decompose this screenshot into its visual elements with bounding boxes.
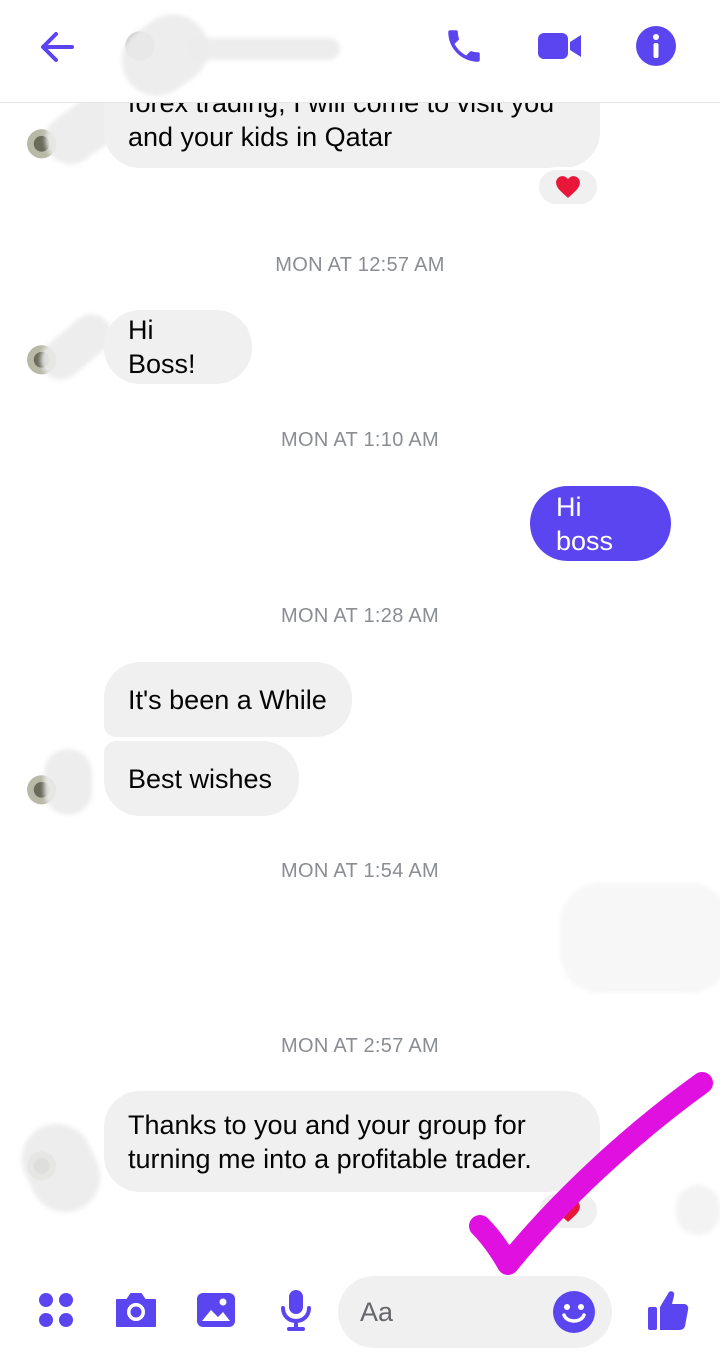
- info-icon: [636, 26, 676, 66]
- message-list[interactable]: forex trading, I will come to visit you …: [0, 103, 720, 1268]
- redaction-smudge: [560, 883, 720, 993]
- message-bubble[interactable]: Hi Boss!: [104, 310, 252, 384]
- camera-button[interactable]: [112, 1286, 160, 1334]
- reaction-badge[interactable]: [536, 1191, 600, 1231]
- more-actions-button[interactable]: [32, 1286, 80, 1334]
- timestamp: MON AT 2:57 AM: [281, 1035, 439, 1057]
- camera-icon: [116, 1293, 156, 1327]
- redaction-smudge: [10, 1112, 112, 1224]
- message-line: turning me into a profitable trader.: [128, 1143, 532, 1174]
- redaction-smudge: [190, 38, 340, 60]
- timestamp: MON AT 1:28 AM: [281, 605, 439, 627]
- gallery-button[interactable]: [192, 1286, 240, 1334]
- microphone-icon: [281, 1290, 311, 1331]
- message-line: Thanks to you and your group for: [128, 1109, 526, 1140]
- timestamp: MON AT 1:10 AM: [281, 429, 439, 451]
- conversation-info-button[interactable]: [632, 22, 680, 70]
- back-button[interactable]: [36, 26, 78, 68]
- phone-icon: [448, 30, 480, 62]
- message-input-placeholder: Aa: [360, 1297, 394, 1327]
- call-button[interactable]: [440, 22, 488, 70]
- redaction-smudge: [44, 749, 92, 815]
- message-composer: Aa: [0, 1268, 720, 1356]
- conversation-header: [0, 0, 720, 110]
- voice-message-button[interactable]: [272, 1286, 320, 1334]
- thumbs-up-icon: [648, 1291, 689, 1330]
- heart-icon: [556, 1200, 580, 1222]
- video-call-button[interactable]: [536, 22, 584, 70]
- message-bubble[interactable]: It's been a While: [104, 662, 352, 737]
- message-bubble[interactable]: forex trading, I will come to visit you …: [104, 103, 600, 168]
- timestamp: MON AT 1:54 AM: [281, 860, 439, 882]
- reaction-badge[interactable]: [536, 167, 600, 207]
- message-line: Hi Boss!: [128, 315, 196, 379]
- message-line: forex trading, I will come to visit you: [128, 103, 555, 118]
- like-button[interactable]: [644, 1286, 692, 1334]
- emoji-icon[interactable]: [550, 1288, 598, 1336]
- redaction-smudge: [676, 1185, 720, 1235]
- arrow-left-icon: [41, 32, 74, 62]
- menu-dots-icon: [39, 1293, 73, 1327]
- message-bubble-outgoing[interactable]: Hi boss: [530, 486, 671, 561]
- heart-icon: [556, 176, 580, 198]
- gallery-icon: [197, 1293, 235, 1327]
- message-line: and your kids in Qatar: [128, 122, 393, 152]
- video-camera-icon: [538, 33, 581, 59]
- message-bubble[interactable]: Thanks to you and your group for turning…: [104, 1091, 600, 1192]
- timestamp: MON AT 12:57 AM: [275, 254, 445, 276]
- message-line: Hi boss: [556, 491, 614, 556]
- message-line: Best wishes: [128, 763, 273, 794]
- message-bubble[interactable]: Best wishes: [104, 741, 299, 816]
- message-input[interactable]: Aa: [338, 1276, 612, 1348]
- message-line: It's been a While: [128, 684, 327, 715]
